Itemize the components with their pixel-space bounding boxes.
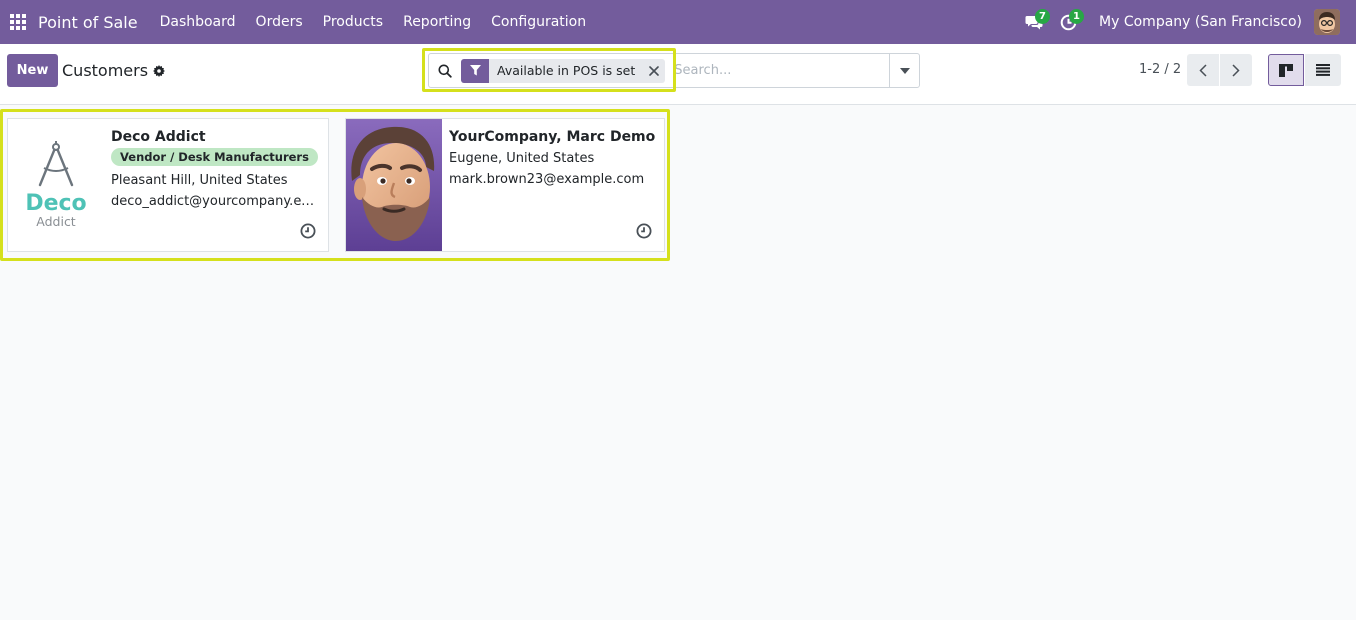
customer-email: deco_addict@yourcompany.example.com: [111, 194, 320, 209]
filter-icon: [461, 58, 489, 83]
clock-icon[interactable]: [636, 223, 652, 239]
list-view-button[interactable]: [1305, 54, 1341, 86]
logo-word-deco: Deco: [25, 191, 87, 216]
customer-location: Pleasant Hill, United States: [111, 173, 288, 188]
pager-next-button[interactable]: [1220, 54, 1252, 86]
menu-reporting[interactable]: Reporting: [393, 14, 481, 30]
pager-value[interactable]: 1-2 / 2: [1139, 62, 1181, 77]
app-name[interactable]: Point of Sale: [38, 13, 138, 32]
clock-icon[interactable]: [300, 223, 316, 239]
menu-configuration[interactable]: Configuration: [481, 14, 596, 30]
customer-avatar: [346, 119, 442, 251]
customer-email: mark.brown23@example.com: [449, 172, 645, 187]
apps-menu-icon[interactable]: [0, 0, 36, 44]
customer-name: YourCompany, Marc Demo: [449, 129, 656, 145]
chevron-right-icon: [1232, 63, 1240, 77]
chevron-left-icon: [1199, 63, 1207, 77]
user-avatar[interactable]: [1314, 9, 1340, 35]
customer-card[interactable]: YourCompany, Marc Demo Eugene, United St…: [345, 118, 665, 252]
card-body: YourCompany, Marc Demo Eugene, United St…: [449, 129, 656, 190]
compass-icon: [38, 141, 74, 187]
messages-button[interactable]: 7: [1017, 0, 1051, 44]
kanban-view-icon: [1279, 63, 1293, 77]
customer-location: Eugene, United States: [449, 151, 595, 166]
page-title: Customers: [62, 61, 149, 80]
activities-badge: 1: [1069, 9, 1085, 24]
customer-name: Deco Addict: [111, 129, 206, 145]
gear-icon[interactable]: [153, 64, 166, 77]
pager-previous-button[interactable]: [1187, 54, 1219, 86]
customer-logo: Deco Addict: [8, 119, 104, 251]
search-options-toggle[interactable]: [889, 54, 919, 87]
search-icon[interactable]: [429, 54, 461, 87]
top-navbar: Point of Sale Dashboard Orders Products …: [0, 0, 1356, 44]
list-view-icon: [1316, 64, 1330, 76]
close-icon[interactable]: [643, 59, 665, 83]
menu-orders[interactable]: Orders: [246, 14, 313, 30]
company-switcher[interactable]: My Company (San Francisco): [1085, 14, 1314, 30]
search-bar: Available in POS is set: [428, 53, 920, 88]
activities-button[interactable]: 1: [1051, 0, 1085, 44]
new-button[interactable]: New: [7, 54, 58, 87]
search-input[interactable]: [671, 55, 889, 86]
filter-facet: Available in POS is set: [461, 58, 666, 83]
breadcrumb: Customers: [62, 61, 166, 80]
facet-label: Available in POS is set: [497, 63, 636, 78]
messages-badge: 7: [1035, 9, 1051, 24]
user-face-icon: [1314, 9, 1340, 35]
menu-dashboard[interactable]: Dashboard: [150, 14, 246, 30]
logo-word-addict: Addict: [36, 214, 76, 229]
customer-card[interactable]: Deco Addict Deco Addict Vendor / Desk Ma…: [7, 118, 329, 252]
person-avatar-icon: [346, 119, 442, 251]
menu-products[interactable]: Products: [313, 14, 393, 30]
card-body: Deco Addict Vendor / Desk Manufacturers …: [111, 129, 320, 212]
kanban-view-button[interactable]: [1268, 54, 1304, 86]
caret-down-icon: [899, 67, 910, 74]
category-tag: Vendor / Desk Manufacturers: [111, 148, 318, 166]
control-panel: New Customers Available in POS is set Se…: [0, 44, 1356, 105]
